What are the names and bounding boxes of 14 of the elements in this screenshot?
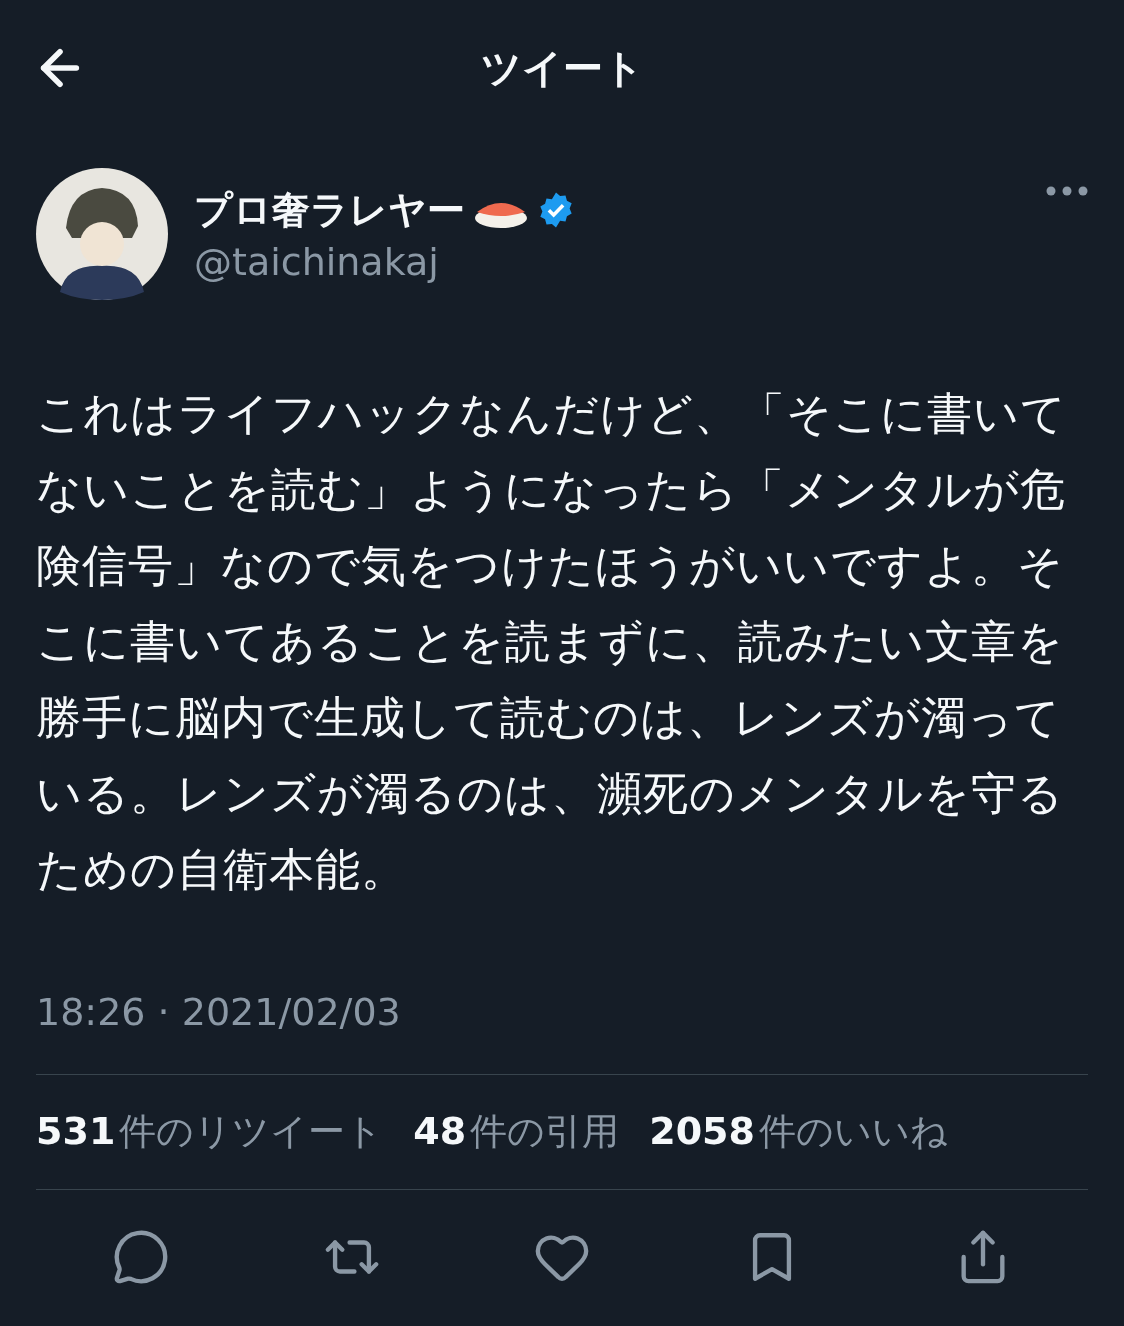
avatar[interactable] — [36, 168, 168, 300]
page-title: ツイート — [480, 43, 644, 93]
stat-label[interactable]: 件のリツイート — [119, 1107, 384, 1157]
stat-count[interactable]: 531 — [36, 1109, 116, 1153]
author-handle: @taichinakaj — [194, 239, 440, 284]
more-icon — [1046, 186, 1088, 196]
tweet-text: これはライフハックなんだけど、「そこに書いてないことを読む」ようになったら「メンタルが危険信号」なので気をつけたほうがいいですよ。そこに書いてあることを読まずに、読みたい文章を勝手に脳内で生成して読むのは、レンズが濁っている。レンズが濁るのは、瀕死のメンタルを守るための自衛本能。 — [36, 386, 1068, 898]
stat-label[interactable]: 件のいいね — [759, 1107, 948, 1157]
stat-count[interactable]: 48 — [413, 1109, 467, 1153]
stat-count[interactable]: 2058 — [649, 1109, 755, 1153]
author-name[interactable]: プロ奢ラレヤー — [194, 184, 465, 236]
tweet-timestamp: 18:26 · 2021/02/03 — [36, 990, 1088, 1075]
more-button[interactable] — [1046, 186, 1088, 196]
stat-label[interactable]: 件の引用 — [470, 1107, 620, 1157]
